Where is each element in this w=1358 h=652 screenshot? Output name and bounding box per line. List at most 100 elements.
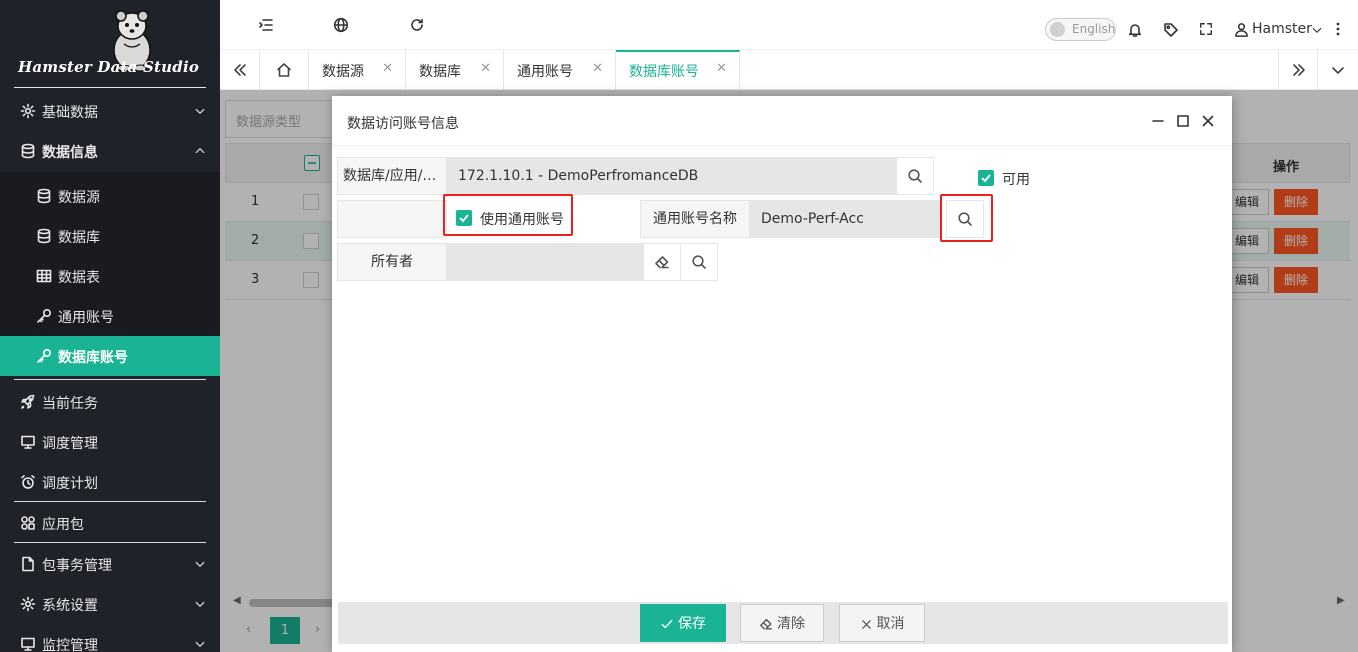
tab-label: 数据源 — [322, 64, 364, 80]
sidebar-item-label: 数据库 — [58, 230, 100, 246]
refresh-icon[interactable] — [409, 17, 425, 33]
language-toggle[interactable]: English — [1045, 18, 1116, 41]
tabs-menu-button[interactable] — [1318, 50, 1358, 89]
key-icon — [37, 308, 52, 323]
sidebar-divider — [14, 501, 206, 502]
database-label: 数据库/应用/… — [337, 157, 447, 195]
sidebar-item-current-task[interactable]: 当前任务 — [0, 382, 220, 422]
sidebar-divider — [14, 542, 206, 543]
sidebar-item-db-account[interactable]: 数据库账号 — [0, 336, 220, 376]
sidebar-item-label: 数据源 — [58, 190, 100, 206]
highlight-box — [940, 194, 993, 242]
database-icon — [37, 188, 51, 204]
table-icon — [36, 269, 52, 283]
sidebar-item-label: 应用包 — [42, 517, 84, 533]
owner-input[interactable] — [446, 243, 644, 281]
account-dialog: 数据访问账号信息 数据库/应用/… 172.1.10.1 - DemoPerfr… — [332, 96, 1232, 652]
sidebar-item-system-settings[interactable]: 系统设置 — [0, 584, 220, 624]
sidebar-item-data-table[interactable]: 数据表 — [0, 256, 220, 296]
sidebar-item-label: 调度计划 — [42, 476, 98, 492]
close-icon[interactable]: ✕ — [716, 61, 727, 76]
dialog-header: 数据访问账号信息 — [332, 96, 1232, 146]
sidebar-item-data-info[interactable]: 数据信息 — [0, 131, 220, 171]
more-vertical-icon[interactable] — [1336, 22, 1340, 36]
tab-data-source[interactable]: 数据源 ✕ — [309, 50, 406, 89]
tag-icon[interactable] — [1163, 22, 1179, 38]
globe-icon[interactable] — [333, 17, 349, 33]
database-search-button[interactable] — [896, 157, 934, 195]
close-icon — [861, 619, 871, 629]
sidebar-item-label: 调度管理 — [42, 436, 98, 452]
tabs-scroll-left-button[interactable] — [220, 50, 260, 89]
cancel-button[interactable]: 取消 — [839, 604, 925, 642]
chevron-down-icon — [195, 108, 205, 114]
save-label: 保存 — [678, 616, 706, 632]
tab-label: 数据库账号 — [629, 64, 699, 80]
owner-search-button[interactable] — [680, 243, 718, 281]
tabs-scroll-right-button[interactable] — [1278, 50, 1318, 89]
tab-bar: 数据源 ✕ 数据库 ✕ 通用账号 ✕ 数据库账号 ✕ — [220, 50, 1358, 90]
sidebar-item-label: 当前任务 — [42, 396, 98, 412]
topbar: English Hamster — [220, 0, 1358, 50]
gear-icon — [20, 596, 36, 612]
owner-label: 所有者 — [337, 243, 447, 281]
clear-label: 清除 — [777, 616, 805, 632]
database-input[interactable]: 172.1.10.1 - DemoPerfromanceDB — [446, 157, 897, 195]
sidebar-item-app-package[interactable]: 应用包 — [0, 503, 220, 543]
tab-label: 通用账号 — [517, 64, 573, 80]
sidebar-item-basic-data[interactable]: 基础数据 — [0, 91, 220, 131]
chevron-down-icon — [195, 561, 205, 567]
bell-icon[interactable] — [1127, 22, 1143, 38]
chevron-down-icon — [195, 641, 205, 647]
rocket-icon — [21, 394, 35, 409]
sidebar-item-data-source[interactable]: 数据源 — [0, 176, 220, 216]
close-icon[interactable] — [1200, 113, 1216, 129]
fullscreen-icon[interactable] — [1199, 22, 1213, 36]
close-icon[interactable]: ✕ — [480, 61, 491, 76]
sidebar-item-common-account[interactable]: 通用账号 — [0, 296, 220, 336]
database-icon — [37, 228, 51, 244]
chevron-down-icon — [1312, 27, 1322, 33]
monitor-icon — [21, 637, 35, 651]
sidebar-item-schedule-mgmt[interactable]: 调度管理 — [0, 422, 220, 462]
check-icon — [661, 619, 673, 629]
common-account-name-label: 通用账号名称 — [640, 200, 750, 238]
clear-button[interactable]: 清除 — [740, 604, 824, 642]
sidebar-item-database[interactable]: 数据库 — [0, 216, 220, 256]
logo-text: Hamster Data Studio — [18, 58, 200, 76]
save-button[interactable]: 保存 — [640, 604, 726, 642]
eraser-icon — [760, 618, 772, 630]
chevron-up-icon — [195, 148, 205, 154]
eraser-icon — [655, 256, 669, 269]
menu-fold-icon[interactable] — [258, 17, 274, 33]
logo: Hamster Data Studio — [14, 0, 206, 88]
tab-home[interactable] — [260, 50, 309, 89]
close-icon[interactable]: ✕ — [382, 61, 393, 76]
enabled-checkbox[interactable] — [978, 170, 994, 186]
tab-database[interactable]: 数据库 ✕ — [406, 50, 504, 89]
double-chevron-left-icon — [234, 64, 246, 76]
chevron-down-icon — [1332, 67, 1344, 74]
tab-db-account[interactable]: 数据库账号 ✕ — [616, 50, 740, 89]
language-label: English — [1072, 22, 1116, 36]
chevron-down-icon — [195, 601, 205, 607]
common-account-name-input[interactable]: Demo-Perf-Acc — [749, 200, 942, 238]
sidebar-item-schedule-plan[interactable]: 调度计划 — [0, 462, 220, 502]
empty-label-cell — [337, 200, 447, 238]
owner-clear-button[interactable] — [643, 243, 681, 281]
maximize-icon[interactable] — [1175, 113, 1191, 129]
sidebar-item-label: 基础数据 — [42, 105, 98, 121]
monitor-icon — [21, 435, 35, 449]
sidebar-item-package-transaction[interactable]: 包事务管理 — [0, 544, 220, 584]
search-icon — [692, 255, 706, 269]
key-icon — [37, 348, 52, 363]
minimize-icon[interactable] — [1150, 113, 1166, 129]
close-icon[interactable]: ✕ — [592, 61, 603, 76]
cancel-label: 取消 — [876, 616, 905, 632]
search-icon — [908, 169, 922, 183]
sidebar-item-label: 通用账号 — [58, 310, 114, 326]
tab-common-account[interactable]: 通用账号 ✕ — [504, 50, 616, 89]
sidebar-item-monitor-mgmt[interactable]: 监控管理 — [0, 624, 220, 652]
sidebar: Hamster Data Studio 基础数据 数据信息 数据源 数据库 数据… — [0, 0, 220, 652]
tab-label: 数据库 — [419, 64, 461, 80]
